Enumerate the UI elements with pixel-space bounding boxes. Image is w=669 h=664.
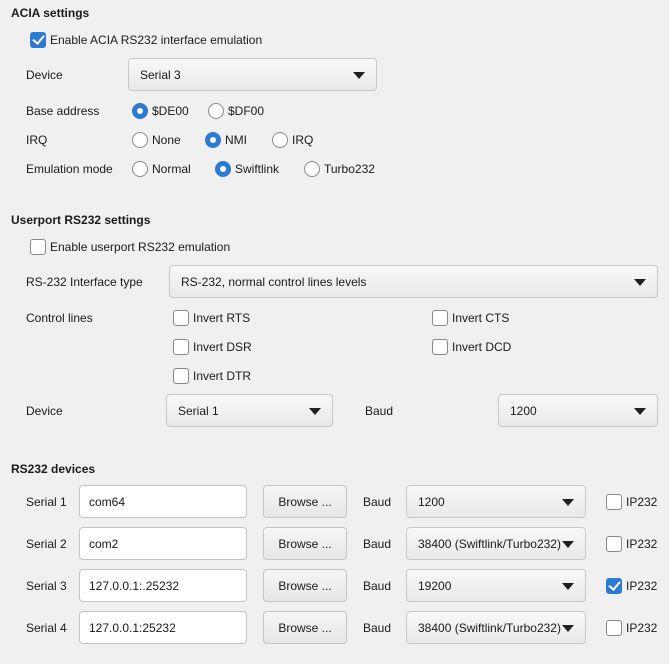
serial-3-path-input[interactable]: 127.0.0.1:.25232 bbox=[79, 569, 247, 602]
serial-1-ip232-checkbox[interactable] bbox=[606, 494, 622, 510]
serial-4-baud-value: 38400 (Swiftlink/Turbo232) bbox=[418, 620, 561, 635]
chevron-down-icon bbox=[353, 71, 365, 79]
irq-option-none: None bbox=[152, 133, 181, 147]
serial-3-baud-label: Baud bbox=[363, 579, 392, 593]
serial-1-baud-label: Baud bbox=[363, 495, 392, 509]
serial-1-browse-button[interactable]: Browse ... bbox=[263, 485, 347, 518]
chevron-down-icon bbox=[634, 278, 646, 286]
interface-type-select[interactable]: RS-232, normal control lines levels bbox=[169, 265, 658, 298]
serial-2-baud-select[interactable]: 38400 (Swiftlink/Turbo232) bbox=[406, 527, 586, 560]
invert-dcd-checkbox[interactable] bbox=[432, 339, 448, 355]
irq-option-irq: IRQ bbox=[292, 133, 314, 147]
serial-1-path-input[interactable]: com64 bbox=[79, 485, 247, 518]
serial-3-baud-value: 19200 bbox=[418, 578, 452, 593]
invert-dcd-label: Invert DCD bbox=[452, 340, 512, 354]
serial-3-browse-button[interactable]: Browse ... bbox=[263, 569, 347, 602]
invert-cts-label: Invert CTS bbox=[452, 311, 510, 325]
interface-type-value: RS-232, normal control lines levels bbox=[181, 274, 367, 289]
acia-section-title: ACIA settings bbox=[11, 6, 90, 20]
base-address-radio-df00[interactable] bbox=[208, 103, 224, 119]
userport-device-select[interactable]: Serial 1 bbox=[166, 394, 333, 427]
chevron-down-icon bbox=[562, 498, 574, 506]
serial-4-ip232-checkbox[interactable] bbox=[606, 620, 622, 636]
chevron-down-icon bbox=[562, 582, 574, 590]
acia-irq-label: IRQ bbox=[26, 133, 48, 147]
acia-device-value: Serial 3 bbox=[140, 67, 181, 82]
irq-option-nmi: NMI bbox=[225, 133, 247, 147]
userport-device-label: Device bbox=[26, 404, 63, 418]
irq-radio-none[interactable] bbox=[132, 132, 148, 148]
acia-base-address-label: Base address bbox=[26, 104, 100, 118]
serial-1-baud-value: 1200 bbox=[418, 494, 445, 509]
emulation-option-swiftlink: Swiftlink bbox=[235, 162, 280, 176]
userport-baud-select[interactable]: 1200 bbox=[498, 394, 658, 427]
acia-device-select[interactable]: Serial 3 bbox=[128, 58, 377, 91]
emulation-option-turbo232: Turbo232 bbox=[324, 162, 375, 176]
serial-3-ip232-checkbox[interactable] bbox=[606, 578, 622, 594]
serial-4-baud-label: Baud bbox=[363, 621, 392, 635]
serial-2-baud-label: Baud bbox=[363, 537, 392, 551]
invert-dsr-label: Invert DSR bbox=[193, 340, 252, 354]
serial-2-ip232-label: IP232 bbox=[626, 537, 658, 551]
invert-dtr-label: Invert DTR bbox=[193, 369, 252, 383]
chevron-down-icon bbox=[634, 407, 646, 415]
invert-dsr-checkbox[interactable] bbox=[173, 339, 189, 355]
userport-device-value: Serial 1 bbox=[178, 403, 219, 418]
serial-2-browse-button[interactable]: Browse ... bbox=[263, 527, 347, 560]
invert-rts-checkbox[interactable] bbox=[173, 310, 189, 326]
base-address-radio-de00[interactable] bbox=[132, 103, 148, 119]
chevron-down-icon bbox=[309, 407, 321, 415]
irq-radio-nmi[interactable] bbox=[205, 132, 221, 148]
invert-cts-checkbox[interactable] bbox=[432, 310, 448, 326]
userport-enable-checkbox[interactable] bbox=[30, 239, 46, 255]
userport-baud-value: 1200 bbox=[510, 403, 537, 418]
serial-2-path-input[interactable]: com2 bbox=[79, 527, 247, 560]
control-lines-label: Control lines bbox=[26, 311, 93, 325]
acia-emulation-mode-label: Emulation mode bbox=[26, 162, 113, 176]
irq-radio-irq[interactable] bbox=[272, 132, 288, 148]
emulation-radio-turbo232[interactable] bbox=[304, 161, 320, 177]
base-address-option-df00: $DF00 bbox=[228, 104, 265, 118]
devices-section-title: RS232 devices bbox=[11, 462, 96, 476]
serial-1-ip232-label: IP232 bbox=[626, 495, 658, 509]
base-address-option-de00: $DE00 bbox=[152, 104, 189, 118]
serial-1-label: Serial 1 bbox=[26, 495, 67, 509]
chevron-down-icon bbox=[562, 624, 574, 632]
serial-3-baud-select[interactable]: 19200 bbox=[406, 569, 586, 602]
interface-type-label: RS-232 Interface type bbox=[26, 275, 143, 289]
chevron-down-icon bbox=[562, 540, 574, 548]
emulation-radio-normal[interactable] bbox=[132, 161, 148, 177]
userport-enable-label: Enable userport RS232 emulation bbox=[50, 240, 231, 254]
acia-enable-checkbox[interactable] bbox=[30, 32, 46, 48]
serial-2-label: Serial 2 bbox=[26, 537, 67, 551]
serial-4-path-input[interactable]: 127.0.0.1:25232 bbox=[79, 611, 247, 644]
serial-4-baud-select[interactable]: 38400 (Swiftlink/Turbo232) bbox=[406, 611, 586, 644]
serial-1-baud-select[interactable]: 1200 bbox=[406, 485, 586, 518]
userport-baud-label: Baud bbox=[365, 404, 394, 418]
emulation-radio-swiftlink[interactable] bbox=[215, 161, 231, 177]
invert-rts-label: Invert RTS bbox=[193, 311, 251, 325]
acia-device-label: Device bbox=[26, 68, 63, 82]
acia-enable-label: Enable ACIA RS232 interface emulation bbox=[50, 33, 263, 47]
serial-3-label: Serial 3 bbox=[26, 579, 67, 593]
emulation-option-normal: Normal bbox=[152, 162, 191, 176]
serial-2-ip232-checkbox[interactable] bbox=[606, 536, 622, 552]
serial-4-ip232-label: IP232 bbox=[626, 621, 658, 635]
serial-4-browse-button[interactable]: Browse ... bbox=[263, 611, 347, 644]
serial-2-baud-value: 38400 (Swiftlink/Turbo232) bbox=[418, 536, 561, 551]
serial-3-ip232-label: IP232 bbox=[626, 579, 658, 593]
serial-4-label: Serial 4 bbox=[26, 621, 67, 635]
userport-section-title: Userport RS232 settings bbox=[11, 213, 151, 227]
invert-dtr-checkbox[interactable] bbox=[173, 368, 189, 384]
